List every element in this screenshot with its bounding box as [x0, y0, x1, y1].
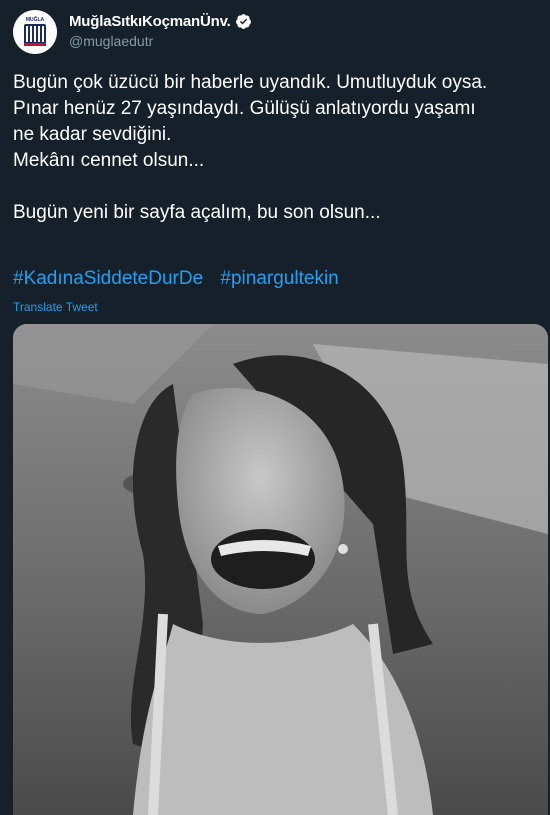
svg-text:MUĞLA: MUĞLA [26, 15, 45, 23]
display-name[interactable]: MuğlaSıtkıKoçmanÜnv. [69, 13, 231, 30]
handle[interactable]: @muglaedutr [69, 33, 153, 49]
tweet-line: Bugün yeni bir sayfa açalım, bu son olsu… [13, 202, 381, 223]
tweet-header: MUĞLA MuğlaSıtkıKoçmanÜnv. @muglaedutr [13, 10, 533, 54]
translate-tweet-link[interactable]: Translate Tweet [13, 300, 98, 314]
tweet-line: Bugün çok üzücü bir haberle uyandık. Umu… [13, 72, 488, 93]
tweet-line: ne kadar sevdiğini. [13, 124, 172, 145]
tweet-line: Pınar henüz 27 yaşındaydı. Gülüşü anlatı… [13, 98, 476, 119]
portrait-photo [13, 324, 548, 815]
avatar[interactable]: MUĞLA [13, 10, 57, 54]
hashtag-link[interactable]: #KadınaSiddeteDurDe [13, 268, 203, 289]
hashtag-link[interactable]: #pinargultekin [220, 268, 338, 289]
tweet-photo[interactable] [13, 324, 548, 815]
hashtags: #KadınaSiddeteDurDe #pinargultekin [13, 268, 351, 290]
university-logo-icon: MUĞLA [13, 10, 57, 54]
tweet-line: Mekânı cennet olsun... [13, 150, 205, 171]
verified-badge-icon [235, 14, 251, 29]
tweet-text: Bugün çok üzücü bir haberle uyandık. Umu… [13, 70, 543, 226]
